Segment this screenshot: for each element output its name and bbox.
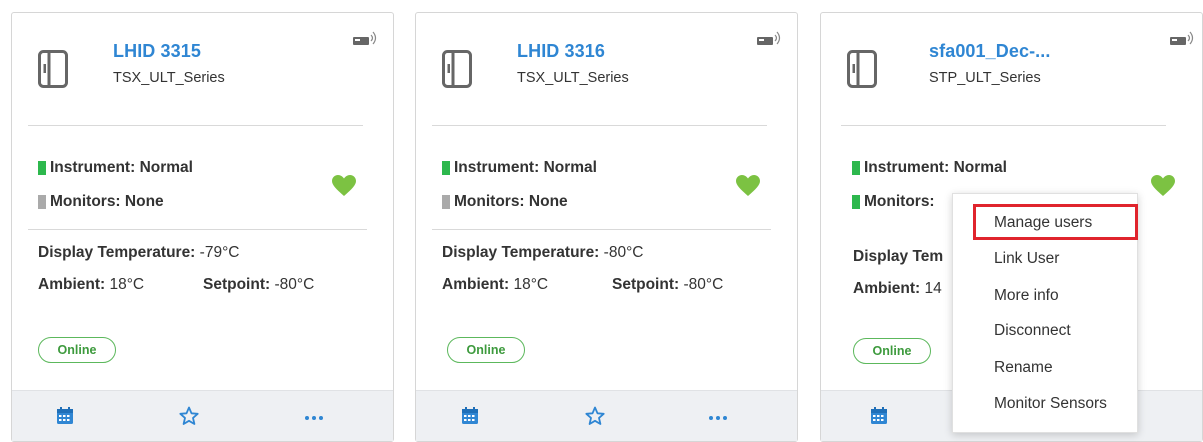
- instrument-value: Normal: [953, 159, 1007, 176]
- divider: [28, 125, 363, 126]
- fridge-icon: [847, 50, 877, 88]
- ambient-value: 18°C: [109, 276, 145, 293]
- status-badge: Online: [853, 338, 931, 364]
- instrument-label: Instrument:: [864, 159, 950, 176]
- monitors-status: Monitors:: [852, 193, 935, 211]
- ambient: Ambient: 18°C: [442, 276, 548, 294]
- heart-icon: [1151, 175, 1175, 196]
- wireless-signal-icon: [757, 31, 781, 45]
- setpoint: Setpoint: -80°C: [612, 276, 723, 294]
- setpoint: Setpoint: -80°C: [203, 276, 314, 294]
- heart-icon: [736, 175, 760, 196]
- fridge-icon: [38, 50, 68, 88]
- divider: [432, 229, 771, 230]
- display-temperature: Display Temperature: -79°C: [38, 244, 239, 262]
- menu-item-more-info[interactable]: More info: [994, 287, 1059, 305]
- ambient: Ambient: 14: [853, 280, 942, 298]
- calendar-icon[interactable]: [460, 406, 480, 426]
- star-icon[interactable]: [179, 406, 199, 426]
- instrument-status-indicator: [38, 161, 46, 175]
- instrument-status: Instrument: Normal: [38, 159, 193, 177]
- instrument-status-indicator: [852, 161, 860, 175]
- instrument-status: Instrument: Normal: [442, 159, 597, 177]
- device-card-2[interactable]: LHID 3316 TSX_ULT_Series Instrument: Nor…: [415, 12, 798, 442]
- monitors-label: Monitors:: [454, 193, 525, 210]
- display-temperature-label: Display Temperature:: [38, 244, 196, 261]
- ambient-value: 14: [924, 280, 942, 297]
- menu-item-rename[interactable]: Rename: [994, 359, 1053, 377]
- device-name[interactable]: sfa001_Dec-...: [929, 41, 1050, 62]
- monitors-label: Monitors:: [864, 193, 935, 210]
- device-model: STP_ULT_Series: [929, 70, 1041, 86]
- menu-item-link-user[interactable]: Link User: [994, 250, 1059, 268]
- instrument-label: Instrument:: [454, 159, 540, 176]
- wireless-signal-icon: [1170, 31, 1194, 45]
- heart-icon: [332, 175, 356, 196]
- status-badge: Online: [38, 337, 116, 363]
- monitors-status: Monitors: None: [38, 193, 164, 211]
- display-temperature-label: Display Tem: [853, 248, 944, 265]
- more-options-icon[interactable]: [304, 406, 324, 426]
- calendar-icon[interactable]: [869, 406, 889, 426]
- calendar-icon[interactable]: [55, 406, 75, 426]
- divider: [841, 125, 1166, 126]
- ambient-label: Ambient:: [853, 280, 921, 297]
- ambient-label: Ambient:: [442, 276, 510, 293]
- star-icon[interactable]: [585, 406, 605, 426]
- wireless-signal-icon: [353, 31, 377, 45]
- display-temperature: Display Tem: [853, 248, 943, 266]
- instrument-status: Instrument: Normal: [852, 159, 1007, 177]
- display-temperature-value: -79°C: [199, 244, 240, 261]
- setpoint-label: Setpoint:: [203, 276, 271, 293]
- monitors-label: Monitors:: [50, 193, 121, 210]
- device-model: TSX_ULT_Series: [113, 70, 225, 86]
- monitors-value: None: [528, 193, 568, 210]
- display-temperature-label: Display Temperature:: [442, 244, 600, 261]
- ambient: Ambient: 18°C: [38, 276, 144, 294]
- menu-item-manage-users[interactable]: Manage users: [994, 214, 1092, 232]
- display-temperature-value: -80°C: [603, 244, 644, 261]
- divider: [432, 125, 767, 126]
- setpoint-value: -80°C: [683, 276, 724, 293]
- device-name[interactable]: LHID 3316: [517, 41, 605, 62]
- device-card-1[interactable]: LHID 3315 TSX_ULT_Series Instrument: Nor…: [11, 12, 394, 442]
- device-model: TSX_ULT_Series: [517, 70, 629, 86]
- menu-item-monitor-sensors[interactable]: Monitor Sensors: [994, 395, 1107, 413]
- status-badge: Online: [447, 337, 525, 363]
- monitors-status-indicator: [442, 195, 450, 209]
- setpoint-label: Setpoint:: [612, 276, 680, 293]
- ambient-label: Ambient:: [38, 276, 106, 293]
- monitors-value: None: [124, 193, 164, 210]
- instrument-label: Instrument:: [50, 159, 136, 176]
- context-menu: Manage users Link User More info Disconn…: [952, 193, 1138, 433]
- ambient-value: 18°C: [513, 276, 549, 293]
- monitors-status: Monitors: None: [442, 193, 568, 211]
- instrument-value: Normal: [543, 159, 597, 176]
- device-name[interactable]: LHID 3315: [113, 41, 201, 62]
- menu-item-disconnect[interactable]: Disconnect: [994, 322, 1071, 340]
- fridge-icon: [442, 50, 472, 88]
- display-temperature: Display Temperature: -80°C: [442, 244, 643, 262]
- instrument-status-indicator: [442, 161, 450, 175]
- instrument-value: Normal: [139, 159, 193, 176]
- setpoint-value: -80°C: [274, 276, 315, 293]
- divider: [28, 229, 367, 230]
- monitors-status-indicator: [38, 195, 46, 209]
- more-options-icon[interactable]: [708, 406, 728, 426]
- monitors-status-indicator: [852, 195, 860, 209]
